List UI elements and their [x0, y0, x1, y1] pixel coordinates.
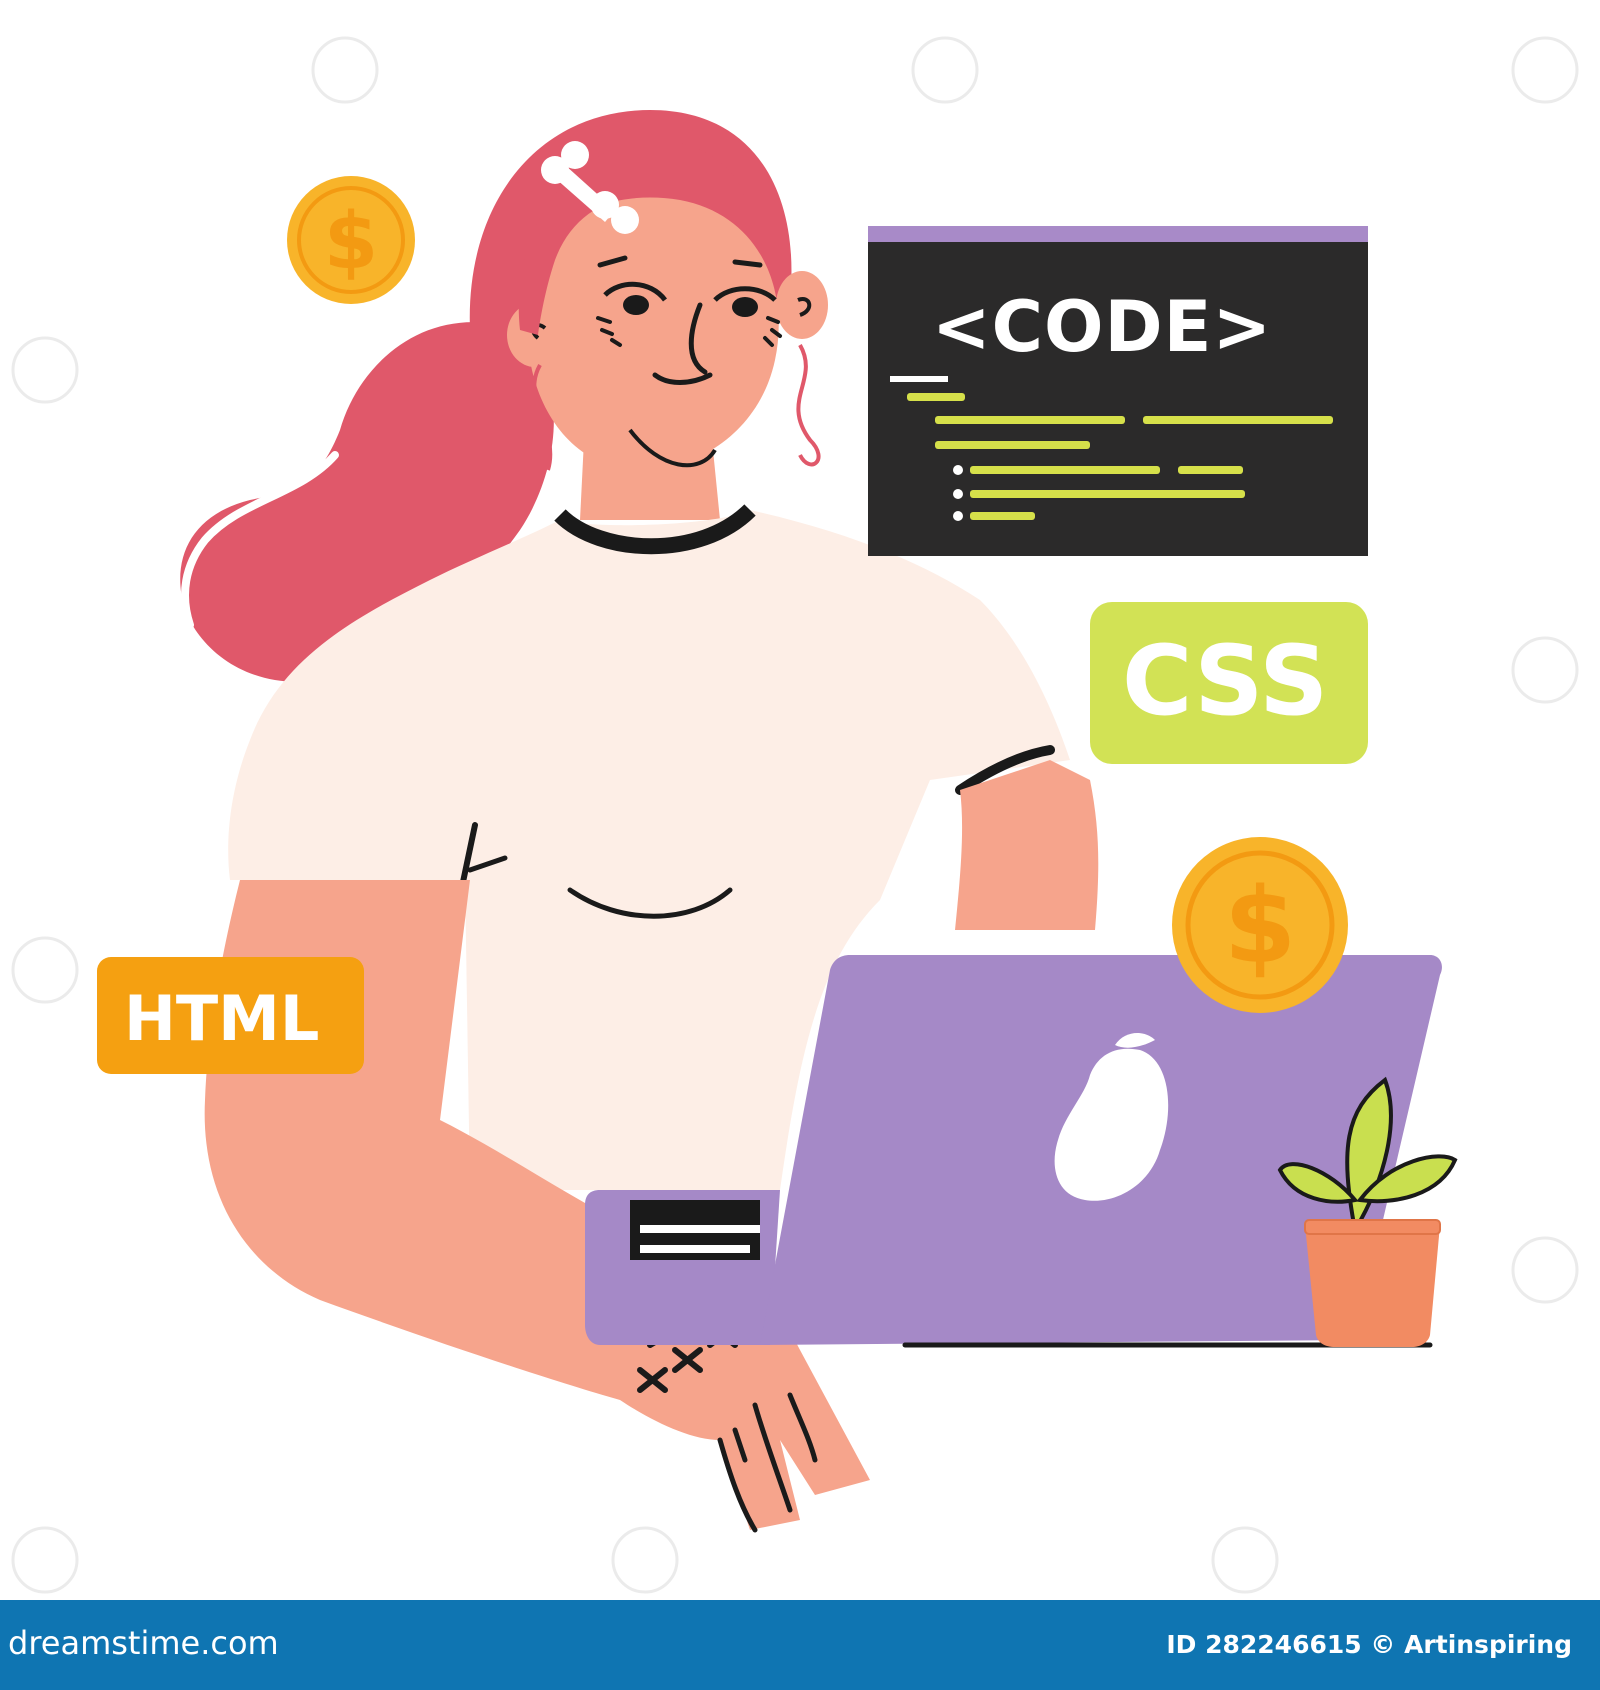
illustration: $ $: [11, 36, 1579, 1594]
dollar-coin-icon: $: [287, 176, 415, 304]
html-label: HTML: [124, 982, 320, 1055]
code-label: <CODE>: [932, 286, 1273, 368]
footer-bar: dreamstime.com ID 282246615 © Artinspiri…: [0, 1600, 1600, 1690]
svg-text:$: $: [1224, 865, 1296, 987]
dollar-coin-icon: $: [1172, 837, 1348, 1013]
svg-text:$: $: [324, 197, 378, 287]
footer-image-id: ID 282246615 © Artinspiring: [1166, 1630, 1572, 1659]
arm-right: [955, 760, 1099, 930]
footer-brand[interactable]: dreamstime.com: [8, 1624, 279, 1662]
css-label: CSS: [1122, 625, 1329, 737]
code-window: [868, 226, 1368, 556]
